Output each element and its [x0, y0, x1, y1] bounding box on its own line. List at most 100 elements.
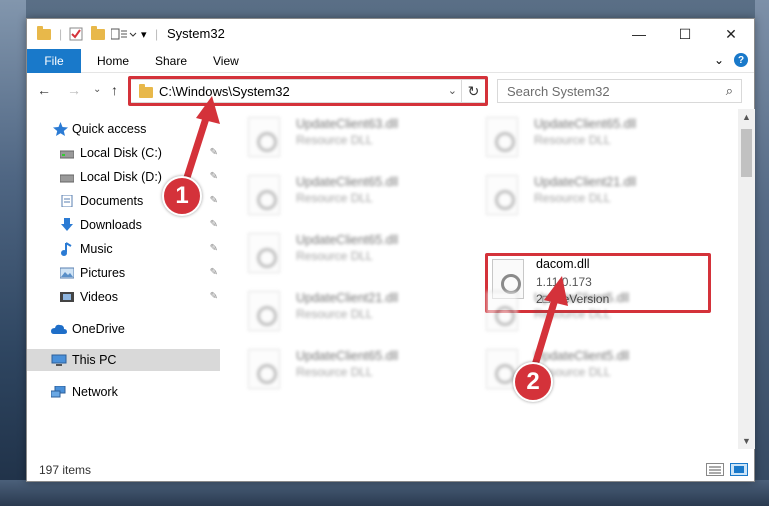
pin-icon[interactable]: ✎ [210, 195, 218, 206]
sidebar-item-label: Videos [80, 290, 118, 304]
file-name: UpdateClient21.dll [534, 175, 637, 189]
dll-file-icon [248, 233, 280, 273]
recent-locations-button[interactable]: ⌄ [93, 84, 101, 95]
drive-icon [60, 174, 74, 183]
file-item[interactable]: UpdateClient5.dll Resource DLL [468, 345, 698, 395]
navigation-bar: ← → ⌄ ↑ C:\Windows\System32 ⌄ ↻ Search S… [27, 74, 754, 108]
vertical-scrollbar[interactable]: ▲ ▼ [738, 109, 755, 449]
customize-toolbar-icon[interactable] [111, 26, 137, 42]
large-icons-view-icon[interactable] [730, 463, 748, 476]
sidebar-item-this-pc[interactable]: This PC [27, 349, 220, 371]
file-item[interactable]: UpdateClient65.dll Resource DLL [230, 345, 460, 395]
callout-number-2: 2 [513, 362, 553, 402]
file-type: Resource DLL [296, 307, 373, 321]
scroll-up-icon[interactable]: ▲ [742, 112, 751, 122]
file-item[interactable]: UpdateClient63.dll Resource DLL [230, 113, 460, 163]
navigation-pane: Quick access Local Disk (C:) ✎ Local Dis… [27, 109, 220, 449]
desktop-background-left [0, 0, 26, 506]
sidebar-item-label: Quick access [72, 122, 147, 136]
search-icon[interactable]: ⌕ [726, 83, 733, 99]
file-type: Resource DLL [296, 133, 373, 147]
cloud-icon [51, 324, 67, 334]
folder-icon [37, 25, 51, 42]
new-folder-icon[interactable] [91, 25, 105, 42]
file-name: UpdateClient63.dll [296, 117, 399, 131]
sidebar-item-quick-access[interactable]: Quick access [27, 118, 220, 140]
file-item[interactable]: UpdateClient21.dll Resource DLL [230, 287, 460, 337]
drive-icon [60, 150, 74, 159]
dll-file-icon [486, 117, 518, 157]
window-title: System32 [167, 26, 225, 41]
scroll-down-icon[interactable]: ▼ [742, 436, 751, 446]
pin-icon[interactable]: ✎ [210, 267, 218, 278]
pin-icon[interactable]: ✎ [210, 243, 218, 254]
sidebar-item-label: Local Disk (D:) [80, 170, 162, 184]
file-name: UpdateClient65.dll [296, 233, 399, 247]
file-name: UpdateClient65.dll [296, 349, 399, 363]
minimize-button[interactable]: — [616, 19, 662, 49]
title-bar: | ▾ | System32 — ☐ ✕ [27, 19, 754, 49]
sidebar-item-label: This PC [72, 353, 117, 367]
help-icon[interactable]: ? [734, 53, 748, 67]
file-name: UpdateClient21.dll [296, 291, 399, 305]
search-placeholder[interactable]: Search System32 [507, 84, 610, 99]
music-icon [61, 242, 72, 256]
sidebar-item-pictures[interactable]: Pictures ✎ [27, 262, 220, 284]
desktop-background-right [755, 0, 769, 506]
file-item[interactable]: UpdateClient65.dll Resource DLL [230, 229, 460, 279]
maximize-button[interactable]: ☐ [662, 19, 708, 49]
properties-icon[interactable] [69, 26, 83, 42]
sidebar-item-local-disk-c[interactable]: Local Disk (C:) ✎ [27, 142, 220, 164]
tab-home[interactable]: Home [97, 49, 129, 73]
file-item[interactable]: UpdateClient65.dll Resource DLL [468, 113, 698, 163]
sidebar-item-videos[interactable]: Videos ✎ [27, 286, 220, 308]
address-highlight-box [128, 76, 488, 106]
computer-icon [51, 354, 67, 366]
sidebar-item-label: Downloads [80, 218, 142, 232]
tab-share[interactable]: Share [155, 49, 187, 73]
sidebar-item-music[interactable]: Music ✎ [27, 238, 220, 260]
file-item[interactable]: UpdateClient21.dll Resource DLL [468, 171, 698, 221]
pin-icon[interactable]: ✎ [210, 291, 218, 302]
dll-file-icon [248, 117, 280, 157]
tab-file[interactable]: File [27, 49, 81, 73]
up-button[interactable]: ↑ [111, 82, 118, 98]
expand-ribbon-icon[interactable]: ⌄ [714, 53, 724, 67]
dll-file-icon [486, 291, 518, 331]
network-icon [51, 386, 66, 398]
explorer-window: | ▾ | System32 — ☐ ✕ File Home Share Vie… [26, 18, 755, 482]
pin-icon[interactable]: ✎ [210, 147, 218, 158]
dll-file-icon [248, 291, 280, 331]
details-view-icon[interactable] [706, 463, 724, 476]
sidebar-item-label: OneDrive [72, 322, 125, 336]
quick-access-dropdown-icon[interactable]: ▾ [141, 26, 147, 42]
videos-icon [60, 292, 74, 302]
desktop-background-bottom [0, 480, 769, 506]
sidebar-item-network[interactable]: Network [27, 381, 220, 403]
tab-view[interactable]: View [213, 49, 239, 73]
sidebar-item-label: Music [80, 242, 113, 256]
sidebar-item-onedrive[interactable]: OneDrive [27, 318, 220, 340]
back-button[interactable]: ← [37, 82, 51, 98]
search-box[interactable]: Search System32 ⌕ [497, 79, 742, 103]
file-type: Resource DLL [534, 191, 611, 205]
callout-number-1: 1 [162, 176, 202, 216]
sidebar-item-label: Local Disk (C:) [80, 146, 162, 160]
scroll-thumb[interactable] [741, 129, 752, 177]
file-type: Resource DLL [296, 191, 373, 205]
file-type: Resource DLL [534, 133, 611, 147]
sidebar-item-downloads[interactable]: Downloads ✎ [27, 214, 220, 236]
close-button[interactable]: ✕ [708, 19, 754, 49]
star-icon [53, 122, 68, 136]
documents-icon [61, 195, 73, 207]
pictures-icon [60, 267, 74, 279]
dll-file-icon [486, 175, 518, 215]
pin-icon[interactable]: ✎ [210, 171, 218, 182]
forward-button[interactable]: → [67, 82, 81, 98]
file-item[interactable]: UpdateClient65.dll Resource DLL [230, 171, 460, 221]
file-list: UpdateClient63.dll Resource DLL UpdateCl… [230, 109, 738, 449]
pin-icon[interactable]: ✎ [210, 219, 218, 230]
file-item[interactable]: UpdateClient5.dll Resource DLL [468, 287, 698, 337]
separator: | [155, 27, 159, 41]
separator: | [59, 27, 63, 41]
